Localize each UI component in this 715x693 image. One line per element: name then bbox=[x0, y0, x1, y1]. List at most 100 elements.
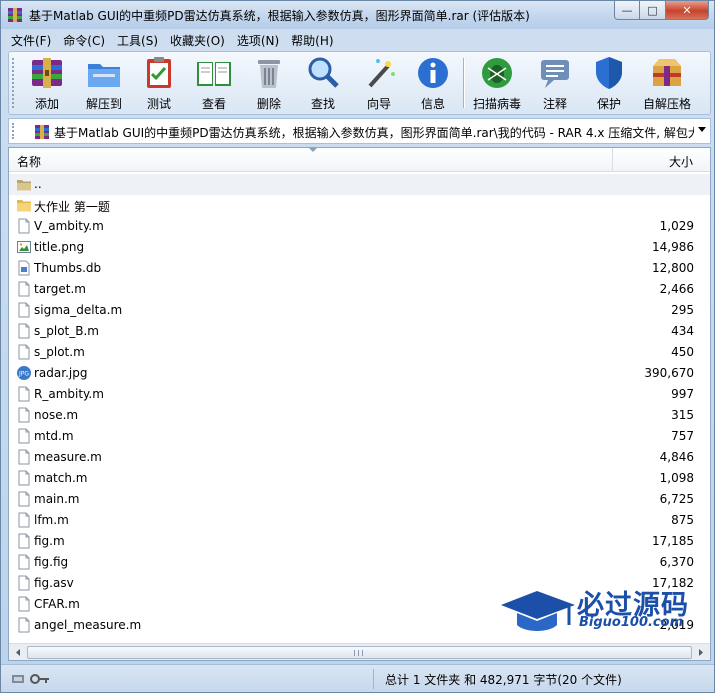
virus-scan-label: 扫描病毒 bbox=[472, 97, 521, 111]
magnifier-icon bbox=[308, 57, 339, 88]
add-button[interactable]: 添加 bbox=[27, 54, 67, 112]
file-row[interactable]: match.m 1,098 bbox=[9, 468, 710, 489]
file-row[interactable]: JPG radar.jpg 390,670 bbox=[9, 363, 710, 384]
jpg-file-icon: JPG bbox=[17, 366, 31, 380]
column-divider[interactable] bbox=[612, 148, 613, 172]
menu-bar: 文件(F) 命令(C) 工具(S) 收藏夹(O) 选项(N) 帮助(H) bbox=[5, 30, 710, 50]
file-icon bbox=[18, 491, 30, 507]
file-name: mtd.m bbox=[34, 429, 74, 443]
file-icon bbox=[18, 302, 30, 318]
file-size: 997 bbox=[671, 387, 694, 401]
close-button[interactable]: ✕ bbox=[665, 1, 709, 20]
file-size: 17,185 bbox=[652, 534, 694, 548]
comment-button[interactable]: 注释 bbox=[535, 54, 575, 112]
file-row[interactable]: s_plot.m 450 bbox=[9, 342, 710, 363]
view-label: 查看 bbox=[201, 97, 226, 111]
file-row[interactable]: main.m 6,725 bbox=[9, 489, 710, 510]
file-row[interactable]: V_ambity.m 1,029 bbox=[9, 216, 710, 237]
info-label: 信息 bbox=[420, 97, 445, 111]
file-size: 12,800 bbox=[652, 261, 694, 275]
title-bar[interactable]: 基于Matlab GUI的中重频PD雷达仿真系统，根据输入参数仿真，图形界面简单… bbox=[1, 1, 714, 29]
comment-icon bbox=[541, 60, 569, 88]
file-name: CFAR.m bbox=[34, 597, 80, 611]
sfx-label: 自解压格 bbox=[642, 97, 691, 111]
file-size: 434 bbox=[671, 324, 694, 338]
file-row[interactable]: lfm.m 875 bbox=[9, 510, 710, 531]
file-icon bbox=[18, 428, 30, 444]
file-row[interactable]: Thumbs.db 12,800 bbox=[9, 258, 710, 279]
sfx-button[interactable]: 自解压格 bbox=[641, 54, 693, 112]
test-button[interactable]: 测试 bbox=[139, 54, 179, 112]
file-size: 6,370 bbox=[659, 555, 694, 569]
key-drive-icon[interactable] bbox=[11, 671, 51, 687]
maximize-button[interactable]: □ bbox=[640, 1, 665, 20]
minimize-button[interactable]: — bbox=[614, 1, 640, 20]
file-name: 大作业 第一题 bbox=[34, 200, 110, 214]
horizontal-scrollbar[interactable] bbox=[9, 643, 710, 660]
magic-wand-icon bbox=[368, 59, 395, 88]
file-icon bbox=[18, 617, 30, 633]
find-button[interactable]: 查找 bbox=[303, 54, 343, 112]
menu-tools[interactable]: 工具(S) bbox=[111, 32, 164, 49]
file-row[interactable]: R_ambity.m 997 bbox=[9, 384, 710, 405]
file-row[interactable]: fig.m 17,185 bbox=[9, 531, 710, 552]
window-controls: — □ ✕ bbox=[614, 1, 709, 21]
menu-file[interactable]: 文件(F) bbox=[5, 32, 57, 49]
wizard-button[interactable]: 向导 bbox=[359, 54, 399, 112]
file-name: main.m bbox=[34, 492, 80, 506]
file-row[interactable]: nose.m 315 bbox=[9, 405, 710, 426]
menu-help[interactable]: 帮助(H) bbox=[285, 32, 339, 49]
file-icon bbox=[18, 281, 30, 297]
extract-to-button[interactable]: 解压到 bbox=[81, 54, 127, 112]
menu-options[interactable]: 选项(N) bbox=[231, 32, 285, 49]
protect-button[interactable]: 保护 bbox=[589, 54, 629, 112]
address-bar-grip[interactable] bbox=[12, 123, 16, 139]
menu-commands[interactable]: 命令(C) bbox=[57, 32, 111, 49]
file-name: title.png bbox=[34, 240, 85, 254]
file-row[interactable]: s_plot_B.m 434 bbox=[9, 321, 710, 342]
file-icon bbox=[18, 218, 30, 234]
sort-arrow-icon bbox=[309, 148, 317, 152]
parent-folder-row[interactable]: .. bbox=[9, 174, 710, 195]
file-name: measure.m bbox=[34, 450, 102, 464]
file-icon bbox=[18, 386, 30, 402]
file-row[interactable]: mtd.m 757 bbox=[9, 426, 710, 447]
scrollbar-thumb[interactable] bbox=[27, 646, 692, 659]
image-file-icon bbox=[17, 241, 31, 253]
chevron-down-icon[interactable] bbox=[698, 127, 706, 132]
folder-row[interactable]: 大作业 第一题 bbox=[9, 195, 710, 216]
winrar-app-icon[interactable] bbox=[7, 7, 23, 23]
file-name: fig.m bbox=[34, 534, 65, 548]
status-bar: 总计 1 文件夹 和 482,971 字节(20 个文件) bbox=[1, 664, 714, 692]
info-icon bbox=[418, 58, 448, 88]
toolbar-grip[interactable] bbox=[12, 58, 16, 108]
column-name-header[interactable]: 名称 bbox=[17, 153, 41, 170]
wizard-label: 向导 bbox=[366, 97, 391, 111]
file-icon bbox=[18, 449, 30, 465]
info-button[interactable]: 信息 bbox=[413, 54, 453, 112]
file-row[interactable]: target.m 2,466 bbox=[9, 279, 710, 300]
parent-folder-icon bbox=[17, 180, 31, 191]
delete-label: 删除 bbox=[256, 97, 281, 111]
delete-button[interactable]: 删除 bbox=[249, 54, 289, 112]
sfx-box-icon bbox=[653, 59, 681, 86]
file-row[interactable]: measure.m 4,846 bbox=[9, 447, 710, 468]
address-bar[interactable]: 基于Matlab GUI的中重频PD雷达仿真系统，根据输入参数仿真，图形界面简单… bbox=[8, 118, 711, 144]
file-row[interactable]: title.png 14,986 bbox=[9, 237, 710, 258]
column-size-header[interactable]: 大小 bbox=[669, 153, 693, 170]
virus-scan-button[interactable]: 扫描病毒 bbox=[471, 54, 523, 112]
toolbar: 添加 解压到 测试 查看 删除 查找 向导 信息 扫描病毒 注释 保护 自解压格 bbox=[8, 51, 711, 115]
view-button[interactable]: 查看 bbox=[191, 54, 237, 112]
scroll-left-icon[interactable] bbox=[12, 646, 25, 659]
menu-favorites[interactable]: 收藏夹(O) bbox=[164, 32, 231, 49]
file-row[interactable]: sigma_delta.m 295 bbox=[9, 300, 710, 321]
file-row[interactable]: fig.fig 6,370 bbox=[9, 552, 710, 573]
file-icon bbox=[18, 323, 30, 339]
trash-can-icon bbox=[258, 60, 280, 88]
comment-label: 注释 bbox=[542, 97, 567, 111]
file-size: 6,725 bbox=[659, 492, 694, 506]
file-icon bbox=[18, 575, 30, 591]
open-book-icon bbox=[197, 62, 231, 86]
scroll-right-icon[interactable] bbox=[694, 646, 707, 659]
status-text: 总计 1 文件夹 和 482,971 字节(20 个文件) bbox=[385, 673, 622, 687]
